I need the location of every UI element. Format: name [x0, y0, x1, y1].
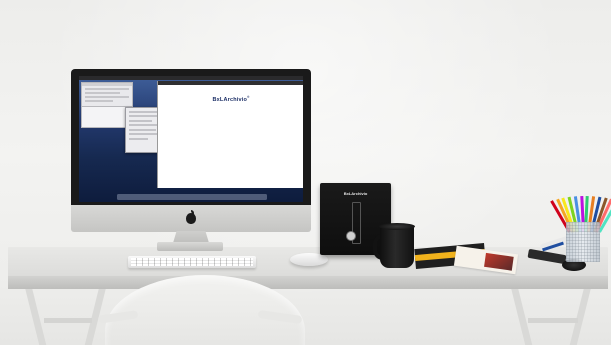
device-brand-label: BxLArchivio: [343, 191, 368, 196]
desk-brace: [44, 318, 92, 323]
pencil-holder-mesh: [566, 222, 600, 262]
browser-toolbar: [158, 81, 303, 85]
device-power-button: [346, 231, 356, 241]
mug-rim: [379, 223, 415, 230]
apple-leaf-icon: [191, 210, 194, 214]
website-nav: [158, 111, 303, 114]
desk-edge: [8, 276, 608, 289]
mac-dock: [117, 194, 267, 200]
keyboard: [128, 256, 256, 268]
imac-stand-base: [157, 242, 223, 251]
brand-name: BxLArchivio: [212, 96, 248, 103]
website-logo-text: BxLArchivio®: [158, 95, 303, 103]
mac-menubar: [79, 76, 303, 80]
browser-window: BxLArchivio®: [157, 81, 303, 188]
apple-logo-icon: [186, 213, 196, 224]
office-desk-scene: BxLArchivio® BxLArchivio: [0, 0, 611, 345]
brand-registered-mark: ®: [247, 95, 250, 99]
desk-brace: [528, 318, 578, 323]
coffee-mug: [380, 226, 414, 268]
imac-screen: BxLArchivio®: [79, 76, 303, 202]
